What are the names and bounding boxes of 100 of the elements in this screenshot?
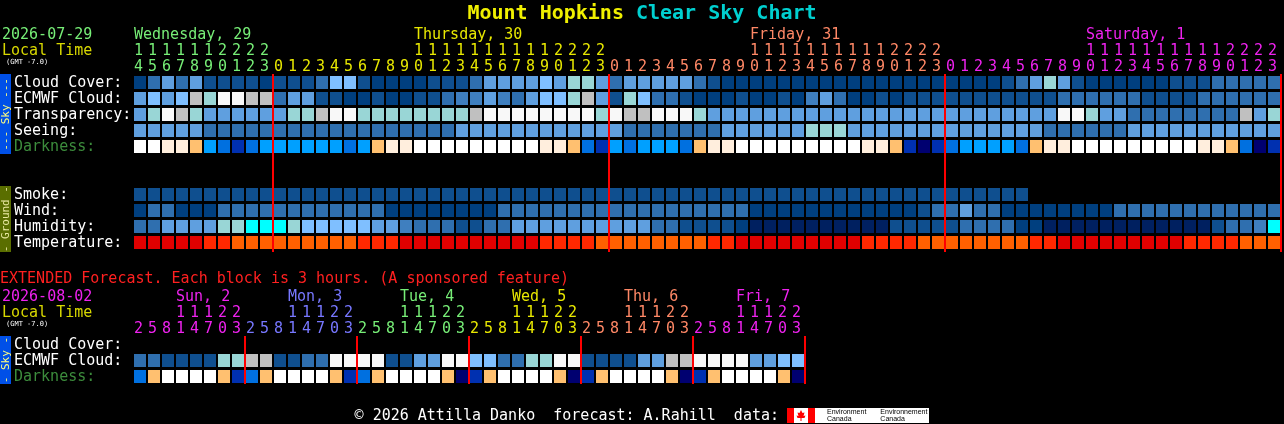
hour-tens-digit: 2 xyxy=(666,304,676,321)
hour-tens-digit: 1 xyxy=(162,42,172,58)
site-title: Mount Hopkins xyxy=(467,0,624,24)
hour-digit: 3 xyxy=(680,320,690,337)
hour-digit: 0 xyxy=(330,320,340,337)
hour-tens-digit: 1 xyxy=(820,42,830,58)
hour-digit: 2 xyxy=(134,320,144,337)
hour-tens-digit: 2 xyxy=(792,304,802,321)
hour-digit: 1 xyxy=(736,320,746,337)
hour-digit: 7 xyxy=(848,58,858,74)
hour-digit: 2 xyxy=(974,58,984,74)
hour-tens-digit: 1 xyxy=(1128,42,1138,58)
row-label: Seeing: xyxy=(13,122,78,138)
hour-digit: 6 xyxy=(1170,58,1180,74)
hour-digit: 7 xyxy=(708,58,718,74)
hour-digit: 1 xyxy=(568,58,578,74)
hour-tens-digit: 2 xyxy=(218,304,228,321)
hour-digit: 8 xyxy=(722,58,732,74)
hour-tens-digit: 2 xyxy=(778,304,788,321)
hour-tens-digit: 2 xyxy=(596,42,606,58)
hour-digit: 8 xyxy=(274,320,284,337)
hour-tens-digit: 1 xyxy=(540,42,550,58)
hour-digit: 4 xyxy=(1142,58,1152,74)
day-label: Fri, 7 xyxy=(736,288,791,305)
row-label: Smoke: xyxy=(13,186,70,202)
hour-digit: 0 xyxy=(750,58,760,74)
hour-digit: 0 xyxy=(554,320,564,337)
hour-tens-digit: 2 xyxy=(232,304,242,321)
hour-digit: 2 xyxy=(694,320,704,337)
hour-digit: 1 xyxy=(764,58,774,74)
hour-digit: 2 xyxy=(582,58,592,74)
hour-digit: 1 xyxy=(624,320,634,337)
day-label: Tue, 4 xyxy=(400,288,455,305)
hour-digit: 9 xyxy=(736,58,746,74)
hour-tens-digit: 2 xyxy=(1240,42,1250,58)
hour-tens-digit: 1 xyxy=(204,304,214,321)
chart-date: 2026-08-02 xyxy=(1,288,94,305)
hour-digit: 1 xyxy=(624,58,634,74)
hour-digit: 7 xyxy=(540,320,550,337)
hour-tens-digit: 1 xyxy=(526,304,536,321)
hour-tens-digit: 1 xyxy=(428,304,438,321)
hour-tens-digit: 2 xyxy=(218,42,228,58)
hour-digit: 8 xyxy=(1198,58,1208,74)
hour-tens-digit: 2 xyxy=(1268,42,1278,58)
hour-tens-digit: 1 xyxy=(190,304,200,321)
hour-digit: 4 xyxy=(750,320,760,337)
hour-digit: 8 xyxy=(526,58,536,74)
hour-digit: 8 xyxy=(162,320,172,337)
day-label: Wed, 5 xyxy=(512,288,567,305)
hour-tens-digit: 1 xyxy=(848,42,858,58)
hour-digit: 5 xyxy=(1016,58,1026,74)
hour-digit: 8 xyxy=(498,320,508,337)
hour-tens-digit: 2 xyxy=(246,42,256,58)
hour-digit: 6 xyxy=(834,58,844,74)
hour-tens-digit: 1 xyxy=(176,304,186,321)
hour-digit: 1 xyxy=(512,320,522,337)
day-label: Friday, 31 xyxy=(750,26,841,42)
hour-digit: 5 xyxy=(148,58,158,74)
hour-digit: 2 xyxy=(246,58,256,74)
hour-digit: 3 xyxy=(456,320,466,337)
hour-tens-digit: 2 xyxy=(680,304,690,321)
hour-digit: 9 xyxy=(400,58,410,74)
hour-tens-digit: 1 xyxy=(750,42,760,58)
hour-tens-digit: 1 xyxy=(176,42,186,58)
hour-digit: 4 xyxy=(330,58,340,74)
hour-digit: 3 xyxy=(344,320,354,337)
hour-digit: 2 xyxy=(638,58,648,74)
hour-tens-digit: 1 xyxy=(778,42,788,58)
hour-tens-digit: 1 xyxy=(1198,42,1208,58)
day-label: Wednesday, 29 xyxy=(134,26,252,42)
hour-digit: 6 xyxy=(694,58,704,74)
hour-digit: 0 xyxy=(554,58,564,74)
hour-digit: 8 xyxy=(610,320,620,337)
hour-tens-digit: 1 xyxy=(442,42,452,58)
hour-digit: 1 xyxy=(428,58,438,74)
hour-tens-digit: 1 xyxy=(414,304,424,321)
hour-digit: 3 xyxy=(932,58,942,74)
hour-tens-digit: 1 xyxy=(484,42,494,58)
hour-digit: 9 xyxy=(876,58,886,74)
hour-digit: 5 xyxy=(344,58,354,74)
hour-tens-digit: 2 xyxy=(932,42,942,58)
hour-tens-digit: 2 xyxy=(904,42,914,58)
hour-tens-digit: 1 xyxy=(638,304,648,321)
hour-digit: 7 xyxy=(1184,58,1194,74)
hour-tens-digit: 1 xyxy=(1100,42,1110,58)
hour-digit: 5 xyxy=(260,320,270,337)
hour-digit: 1 xyxy=(904,58,914,74)
hour-tens-digit: 1 xyxy=(414,42,424,58)
hour-digit: 4 xyxy=(526,320,536,337)
hour-digit: 4 xyxy=(302,320,312,337)
hour-digit: 9 xyxy=(540,58,550,74)
hour-digit: 4 xyxy=(806,58,816,74)
hour-digit: 9 xyxy=(1212,58,1222,74)
hour-tens-digit: 1 xyxy=(400,304,410,321)
hour-digit: 6 xyxy=(358,58,368,74)
hour-digit: 0 xyxy=(218,320,228,337)
hour-digit: 5 xyxy=(596,320,606,337)
hour-digit: 2 xyxy=(778,58,788,74)
hour-digit: 1 xyxy=(1240,58,1250,74)
hour-digit: 6 xyxy=(498,58,508,74)
